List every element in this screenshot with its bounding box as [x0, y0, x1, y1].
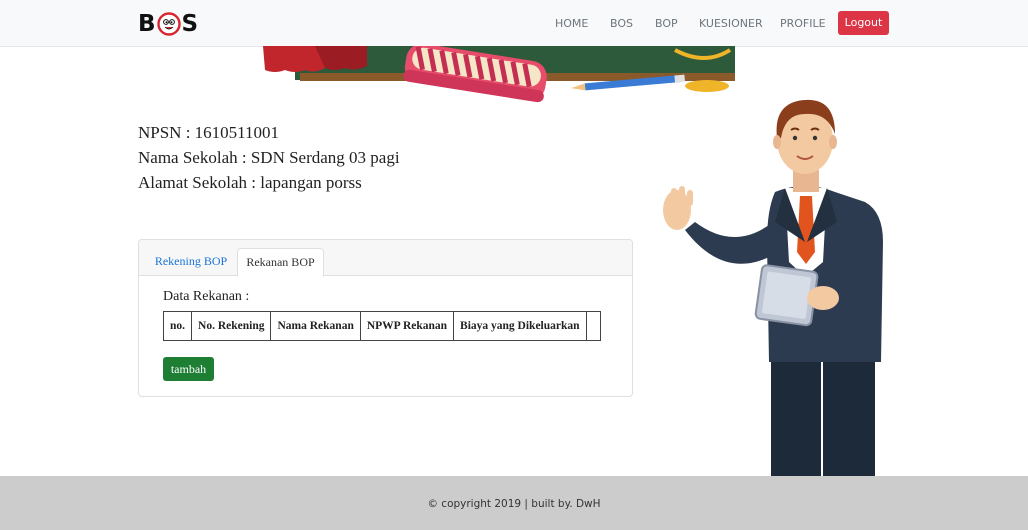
- logout-button[interactable]: Logout: [838, 11, 889, 35]
- nav-bop[interactable]: BOP: [655, 17, 678, 30]
- school-name-text: Nama Sekolah : SDN Serdang 03 pagi: [138, 148, 400, 167]
- nav-kuesioner[interactable]: KUESIONER: [699, 17, 763, 30]
- col-no: no.: [162, 311, 193, 341]
- nav-profile[interactable]: PROFILE: [780, 17, 826, 30]
- smiley-logo-icon: [156, 12, 181, 36]
- col-biaya: Biaya yang Dikeluarkan: [453, 311, 587, 341]
- col-nama-rekanan: Nama Rekanan: [270, 311, 361, 341]
- logo-letter-b: B: [138, 11, 156, 37]
- data-rekanan-title: Data Rekanan :: [163, 289, 250, 304]
- rekanan-table: no. No. Rekening Nama Rekanan NPWP Rekan…: [162, 311, 601, 341]
- school-info: NPSN : 1610511001 Nama Sekolah : SDN Ser…: [138, 120, 400, 195]
- card-tab-header: Rekening BOP Rekanan BOP: [139, 240, 632, 277]
- navbar: B S HOME BOS BOP KUESIONER PROFILE Logou…: [0, 0, 1028, 47]
- tab-rekanan-bop[interactable]: Rekanan BOP: [237, 248, 324, 277]
- col-npwp-rekanan: NPWP Rekanan: [359, 311, 455, 341]
- col-no-rekening: No. Rekening: [191, 311, 272, 341]
- teacher-illustration: [663, 99, 883, 476]
- logo-letter-s: S: [181, 11, 199, 37]
- nav-home[interactable]: HOME: [555, 17, 588, 30]
- nav-bos[interactable]: BOS: [610, 17, 633, 30]
- table-header-row: no. No. Rekening Nama Rekanan NPWP Rekan…: [162, 311, 601, 341]
- school-address-text: Alamat Sekolah : lapangan porss: [138, 173, 362, 192]
- bop-card: Rekening BOP Rekanan BOP Data Rekanan : …: [138, 239, 633, 397]
- footer: © copyright 2019 | built by. DwH: [0, 476, 1028, 530]
- copyright-text: © copyright 2019 | built by. DwH: [427, 498, 601, 510]
- npsn-text: NPSN : 1610511001: [138, 123, 280, 142]
- tambah-button[interactable]: tambah: [163, 357, 214, 381]
- tab-rekening-bop[interactable]: Rekening BOP: [149, 248, 233, 275]
- bos-logo[interactable]: B S: [138, 10, 198, 38]
- col-action: [585, 311, 601, 341]
